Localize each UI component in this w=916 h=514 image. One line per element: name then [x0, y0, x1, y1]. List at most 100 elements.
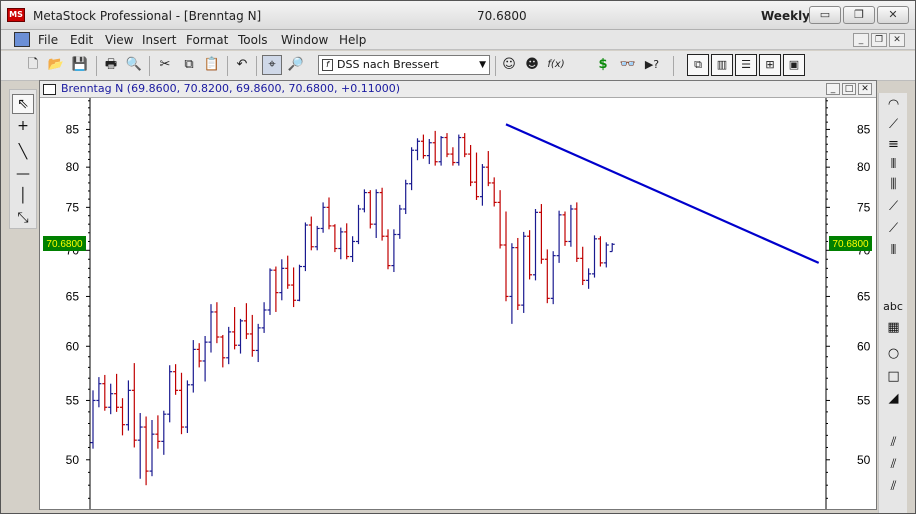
object-toolbar: ◠ ⟋ ≡ ⦀ ⫼ ⟋ ⟋ ⦀ abc ▦ ○ □ ◢ ⫽ ⫽ ⫽ — [878, 93, 907, 513]
trendline-tool-icon[interactable]: ╲ — [12, 142, 34, 162]
chart-minimize-button[interactable]: _ — [826, 83, 840, 95]
ellipse-tool-icon[interactable]: ○ — [882, 344, 904, 364]
restore-button[interactable]: ❐ — [843, 6, 875, 24]
last-price-readout: 70.6800 — [477, 9, 527, 23]
chart-maximize-button[interactable]: □ — [842, 83, 856, 95]
plot-area[interactable] — [90, 98, 826, 509]
menu-tools[interactable]: Tools — [238, 33, 268, 47]
toolbar-separator — [227, 56, 228, 76]
template-function-icon: f — [322, 59, 333, 71]
print-preview-icon[interactable]: 🔍 — [124, 55, 144, 75]
left-axis-label: 55 — [66, 393, 80, 407]
chart-window[interactable]: 50505555606065657070757580808585 70.6800… — [39, 80, 877, 510]
horizontal-line-tool-icon[interactable]: — — [12, 164, 34, 184]
toolbar-separator — [256, 56, 257, 76]
period-readout: Weekly — [761, 9, 811, 23]
gann-fan-tool-icon[interactable]: ⟋ — [882, 219, 904, 239]
menu-edit[interactable]: Edit — [70, 33, 93, 47]
grid-tool-icon[interactable]: ▦ — [882, 318, 904, 338]
cycle-lines-tool-icon[interactable]: ⦀ — [882, 155, 904, 175]
context-help-icon[interactable]: ▶? — [642, 55, 662, 75]
price-chart[interactable]: 50505555606065657070757580808585 70.6800… — [40, 81, 876, 509]
left-axis-label: 50 — [66, 453, 80, 467]
undo-icon[interactable]: ↶ — [232, 55, 252, 75]
toolbar-separator — [96, 56, 97, 76]
template-select[interactable]: f DSS nach Bressert ▼ — [318, 55, 490, 75]
toolbar-separator — [673, 56, 674, 76]
system-tester-icon[interactable]: $ — [593, 55, 613, 75]
right-axis-label: 55 — [857, 393, 871, 407]
andrews-pitchfork-tool-icon[interactable]: ⦀ — [882, 241, 904, 261]
vertical-line-tool-icon[interactable]: │ — [12, 186, 34, 206]
menu-file[interactable]: File — [38, 33, 58, 47]
cut-icon[interactable]: ✂ — [155, 55, 175, 75]
template-select-value: DSS nach Bressert — [337, 58, 439, 71]
menu-view[interactable]: View — [105, 33, 133, 47]
expert-advisor-icon[interactable]: ☺ — [499, 55, 519, 75]
triangle-tool-icon[interactable]: ◢ — [882, 389, 904, 409]
right-axis-label: 65 — [857, 289, 871, 303]
open-icon[interactable]: 📂 — [46, 55, 66, 75]
mdi-close-button[interactable]: ✕ — [889, 33, 905, 47]
app-logo-icon: MS — [7, 8, 25, 22]
tile-vertical-icon[interactable]: ▥ — [711, 54, 733, 76]
right-axis-label: 75 — [857, 200, 871, 214]
left-axis-label: 65 — [66, 289, 80, 303]
document-menu-icon[interactable] — [14, 32, 30, 47]
zoom-icon[interactable]: 🔎 — [286, 55, 306, 75]
left-price-badge-text: 70.6800 — [46, 239, 83, 250]
mdi-restore-button[interactable]: ❐ — [871, 33, 887, 47]
new-icon[interactable]: 🗋 — [23, 55, 43, 75]
toolbar-separator — [495, 56, 496, 76]
right-axis-label: 50 — [857, 453, 871, 467]
paste-icon[interactable]: 📋 — [202, 55, 222, 75]
right-price-badge: 70.6800 — [829, 236, 872, 251]
copy-icon[interactable]: ⧉ — [179, 55, 199, 75]
indicator-builder-icon[interactable]: f(x) — [546, 55, 566, 75]
buy-arrow-tool-icon[interactable]: ⫽ — [882, 433, 904, 453]
crosshair-icon[interactable]: ⌖ — [262, 55, 282, 75]
mdi-minimize-button[interactable]: _ — [853, 33, 869, 47]
binoculars-icon[interactable]: 👓 — [618, 55, 638, 75]
print-icon[interactable]: 🖶 — [101, 55, 121, 75]
main-toolbar: 🗋 📂 💾 🖶 🔍 ✂ ⧉ 📋 ↶ ⌖ 🔎 f DSS nach Bresser… — [1, 51, 915, 81]
cascade-windows-icon[interactable]: ⧉ — [687, 54, 709, 76]
left-axis-label: 60 — [66, 339, 80, 353]
explorer-icon[interactable]: ☻ — [522, 55, 542, 75]
left-price-badge: 70.6800 — [43, 236, 86, 251]
fibonacci-tool-icon[interactable]: ≡ — [882, 135, 904, 155]
menu-insert[interactable]: Insert — [142, 33, 176, 47]
pointer-tool-icon[interactable]: ⇖ — [12, 94, 34, 114]
save-icon[interactable]: 💾 — [70, 55, 90, 75]
chevron-down-icon: ▼ — [479, 60, 486, 70]
time-zones-tool-icon[interactable]: ⫼ — [882, 175, 904, 195]
rectangle-tool-icon[interactable]: □ — [882, 367, 904, 387]
menu-format[interactable]: Format — [186, 33, 228, 47]
right-price-badge-text: 70.6800 — [832, 239, 869, 250]
speed-lines-tool-icon[interactable]: ⟋ — [882, 197, 904, 217]
crosshair-tool-icon[interactable]: + — [12, 116, 34, 136]
toolbar-separator — [149, 56, 150, 76]
arc-tool-icon[interactable]: ◠ — [882, 95, 904, 115]
close-button[interactable]: ✕ — [877, 6, 909, 24]
zoom-tool-icon[interactable]: ⤡ — [12, 208, 34, 228]
right-axis-label: 60 — [857, 339, 871, 353]
tile-grid-icon[interactable]: ⊞ — [759, 54, 781, 76]
title-bar: MS MetaStock Professional - [Brenntag N]… — [1, 1, 915, 30]
menu-help[interactable]: Help — [339, 33, 366, 47]
right-axis-label: 85 — [857, 122, 871, 136]
left-axis-label: 80 — [66, 160, 80, 174]
tile-horizontal-icon[interactable]: ☰ — [735, 54, 757, 76]
fit-window-icon[interactable]: ▣ — [783, 54, 805, 76]
chart-title: Brenntag N (69.8600, 70.8200, 69.8600, 7… — [61, 82, 401, 95]
trend-channel-tool-icon[interactable]: ⟋ — [882, 115, 904, 135]
right-axis-label: 80 — [857, 160, 871, 174]
text-tool-icon[interactable]: abc — [882, 297, 904, 317]
chart-close-button[interactable]: ✕ — [858, 83, 872, 95]
menu-window[interactable]: Window — [281, 33, 328, 47]
drawing-toolbar: ⇖ + ╲ — │ ⤡ — [9, 89, 37, 229]
exit-arrow-tool-icon[interactable]: ⫽ — [882, 477, 904, 497]
minimize-button[interactable]: ▭ — [809, 6, 841, 24]
left-axis-label: 75 — [66, 200, 80, 214]
sell-arrow-tool-icon[interactable]: ⫽ — [882, 455, 904, 475]
